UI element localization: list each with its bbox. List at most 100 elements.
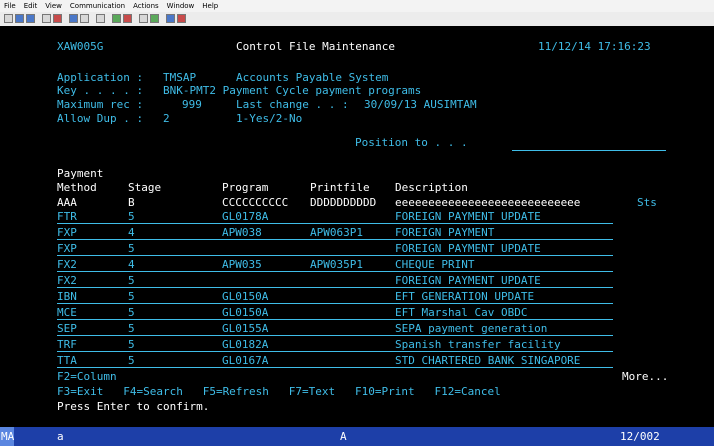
key-value: BNK-PMT2 Payment Cycle payment programs <box>163 84 422 97</box>
row-description[interactable]: FOREIGN PAYMENT <box>395 226 494 239</box>
mask-program: CCCCCCCCCC <box>222 196 289 209</box>
row-printfile[interactable]: APW035P1 <box>310 258 363 271</box>
status-mode: MA <box>1 430 15 443</box>
mask-method: AAA <box>57 196 77 209</box>
menu-item-actions[interactable]: Actions <box>129 0 163 12</box>
row-method[interactable]: MCE <box>57 306 77 319</box>
row-description[interactable]: FOREIGN PAYMENT UPDATE <box>395 242 541 255</box>
row-stage[interactable]: 5 <box>128 322 135 335</box>
row-printfile[interactable]: APW063P1 <box>310 226 363 239</box>
table-row-input-line[interactable] <box>57 287 613 288</box>
toolbar-icon-record[interactable] <box>96 14 105 23</box>
toolbar-icon-paste[interactable] <box>26 14 35 23</box>
screen-id: XAW005G <box>57 40 104 53</box>
prompt-text: Press Enter to confirm. <box>57 400 210 413</box>
fkeys-line2[interactable]: F3=Exit F4=Search F5=Refresh F7=Text F10… <box>57 385 501 398</box>
row-description[interactable]: STD CHARTERED BANK SINGAPORE <box>395 354 580 367</box>
row-program[interactable]: GL0182A <box>222 338 268 351</box>
status-session: a <box>57 430 64 443</box>
header-printfile: Printfile <box>310 181 370 194</box>
key-label: Key . . . . : <box>57 84 144 97</box>
toolbar-icon-disconnect[interactable] <box>53 14 62 23</box>
row-method[interactable]: FX2 <box>57 258 77 271</box>
row-method[interactable]: TRF <box>57 338 77 351</box>
row-program[interactable]: APW035 <box>222 258 262 271</box>
row-method[interactable]: TTA <box>57 354 77 367</box>
menu-item-edit[interactable]: Edit <box>20 0 42 12</box>
table-row-input-line[interactable] <box>57 255 613 256</box>
row-method[interactable]: FTR <box>57 210 77 223</box>
table-row-input-line[interactable] <box>57 303 613 304</box>
row-program[interactable]: GL0178A <box>222 210 268 223</box>
row-stage[interactable]: 5 <box>128 274 135 287</box>
toolbar-icon-new[interactable] <box>4 14 13 23</box>
header-description: Description <box>395 181 468 194</box>
row-description[interactable]: Spanish transfer facility <box>395 338 561 351</box>
row-stage[interactable]: 5 <box>128 306 135 319</box>
row-description[interactable]: EFT Marshal Cav OBDC <box>395 306 527 319</box>
table-row-input-line[interactable] <box>57 239 613 240</box>
row-program[interactable]: GL0150A <box>222 306 268 319</box>
toolbar-icon-keypad[interactable] <box>150 14 159 23</box>
table-row-input-line[interactable] <box>57 367 613 368</box>
toolbar-icon-display[interactable] <box>69 14 78 23</box>
row-method[interactable]: FXP <box>57 242 77 255</box>
row-stage[interactable]: 5 <box>128 290 135 303</box>
row-program[interactable]: GL0155A <box>222 322 268 335</box>
table-row-input-line[interactable] <box>57 335 613 336</box>
row-program[interactable]: GL0150A <box>222 290 268 303</box>
header-method: Method <box>57 181 97 194</box>
table-row-input-line[interactable] <box>57 351 613 352</box>
row-stage[interactable]: 5 <box>128 210 135 223</box>
row-description[interactable]: CHEQUE PRINT <box>395 258 474 271</box>
toolbar-icon-send[interactable] <box>112 14 121 23</box>
row-method[interactable]: IBN <box>57 290 77 303</box>
table-row-input-line[interactable] <box>57 319 613 320</box>
row-stage[interactable]: 5 <box>128 354 135 367</box>
terminal-screen[interactable]: XAW005G Control File Maintenance 11/12/1… <box>0 26 714 427</box>
allowdup-value[interactable]: 2 <box>163 112 170 125</box>
menu-item-window[interactable]: Window <box>163 0 199 12</box>
row-stage[interactable]: 5 <box>128 242 135 255</box>
row-description[interactable]: EFT GENERATION UPDATE <box>395 290 534 303</box>
row-description[interactable]: SEPA payment generation <box>395 322 547 335</box>
menu-item-view[interactable]: View <box>41 0 66 12</box>
toolbar-icon-receive[interactable] <box>123 14 132 23</box>
toolbar-icon-connect[interactable] <box>42 14 51 23</box>
page-title: Control File Maintenance <box>236 40 395 53</box>
status-indicator: A <box>340 430 347 443</box>
menu-item-communication[interactable]: Communication <box>66 0 129 12</box>
toolbar-icon-help[interactable] <box>177 14 186 23</box>
toolbar-icon-settings[interactable] <box>166 14 175 23</box>
application-code: TMSAP <box>163 71 197 84</box>
header-stage: Stage <box>128 181 162 194</box>
menu-item-help[interactable]: Help <box>198 0 222 12</box>
datetime: 11/12/14 17:16:23 <box>538 40 651 53</box>
position-to-input[interactable] <box>512 150 666 151</box>
row-stage[interactable]: 4 <box>128 226 135 239</box>
toolbar-icon-copy[interactable] <box>15 14 24 23</box>
toolbar-icon-macro[interactable] <box>80 14 89 23</box>
fkeys-line1[interactable]: F2=Column <box>57 370 117 383</box>
mask-description: eeeeeeeeeeeeeeeeeeeeeeeeeeee <box>395 196 581 209</box>
row-program[interactable]: APW038 <box>222 226 262 239</box>
application-desc: Accounts Payable System <box>236 71 389 84</box>
table-row-input-line[interactable] <box>57 271 613 272</box>
toolbar-icon-print[interactable] <box>139 14 148 23</box>
row-method[interactable]: FX2 <box>57 274 77 287</box>
row-description[interactable]: FOREIGN PAYMENT UPDATE <box>395 274 541 287</box>
header-payment: Payment <box>57 167 104 180</box>
header-sts: Sts <box>637 196 657 209</box>
maxrec-label: Maximum rec : <box>57 98 144 111</box>
header-program: Program <box>222 181 269 194</box>
toolbar <box>0 12 714 27</box>
row-method[interactable]: SEP <box>57 322 77 335</box>
menu-item-file[interactable]: File <box>0 0 20 12</box>
row-description[interactable]: FOREIGN PAYMENT UPDATE <box>395 210 541 223</box>
row-stage[interactable]: 4 <box>128 258 135 271</box>
row-method[interactable]: FXP <box>57 226 77 239</box>
row-program[interactable]: GL0167A <box>222 354 268 367</box>
status-cursor: 12/002 <box>620 430 660 443</box>
table-row-input-line[interactable] <box>57 223 613 224</box>
row-stage[interactable]: 5 <box>128 338 135 351</box>
